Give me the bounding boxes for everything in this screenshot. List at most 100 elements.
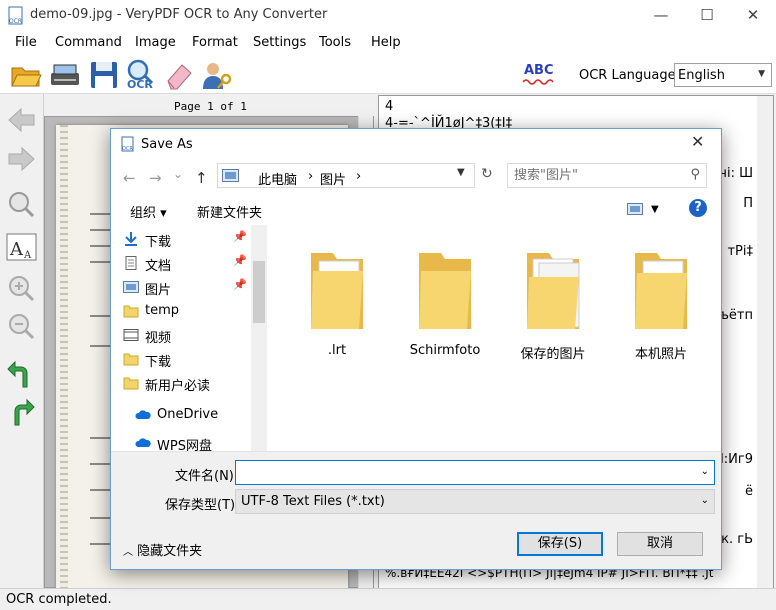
folder-item[interactable]: Schirmfoto: [399, 239, 491, 358]
address-segment-this-pc[interactable]: 此电脑: [258, 169, 297, 188]
minimize-button[interactable]: —: [638, 0, 684, 31]
menu-tools[interactable]: Tools: [319, 35, 351, 50]
nav-item-downloads[interactable]: 下载 📌: [125, 230, 247, 250]
nav-item-videos[interactable]: 视频: [123, 327, 172, 346]
ocr-button[interactable]: OCR: [123, 58, 159, 94]
address-bar[interactable]: 此电脑 › 图片 ›: [217, 163, 475, 188]
search-icon: ⚲: [690, 167, 700, 182]
nav-item-documents[interactable]: 文档 📌: [125, 254, 247, 274]
app-ocr-icon: OCR: [8, 6, 23, 25]
new-folder-button[interactable]: 新建文件夹: [197, 202, 262, 221]
nav-item-label: OneDrive: [157, 407, 219, 422]
nav-item-onedrive[interactable]: OneDrive: [135, 407, 219, 422]
chevron-down-icon[interactable]: ⌄: [701, 466, 709, 477]
address-separator[interactable]: ›: [356, 169, 361, 184]
eraser-icon[interactable]: [162, 59, 196, 91]
video-icon: [123, 329, 139, 341]
svg-text:OCR: OCR: [122, 146, 133, 152]
pictures-icon: [123, 281, 139, 293]
text-scrollbar[interactable]: [757, 96, 773, 588]
search-input[interactable]: [514, 168, 674, 183]
nav-item-downloads-folder[interactable]: 下载: [123, 351, 171, 370]
menu-settings[interactable]: Settings: [253, 35, 306, 50]
navigation-scroll-thumb[interactable]: [253, 261, 265, 323]
zoom-out-icon[interactable]: [5, 311, 38, 343]
filename-input[interactable]: [240, 464, 680, 479]
view-dropdown-icon[interactable]: ▼: [651, 204, 659, 215]
view-options-icon[interactable]: [627, 203, 643, 215]
dialog-app-icon: OCR: [121, 136, 134, 152]
refresh-icon[interactable]: ↻: [481, 166, 493, 182]
spell-check-button[interactable]: ABC: [522, 62, 556, 88]
menu-file[interactable]: File: [15, 35, 37, 50]
menu-image[interactable]: Image: [135, 35, 176, 50]
nav-item-new-user-guide[interactable]: 新用户必读: [123, 375, 210, 394]
zoom-in-icon[interactable]: [5, 273, 38, 305]
save-icon[interactable]: [87, 59, 121, 91]
filetype-select[interactable]: UTF-8 Text Files (*.txt) ⌄: [235, 489, 715, 514]
rotate-right-icon[interactable]: [5, 397, 38, 429]
open-folder-icon[interactable]: [9, 59, 43, 91]
text-line: ъётп: [719, 308, 753, 323]
cancel-button[interactable]: 取消: [617, 532, 703, 556]
navigation-scrollbar[interactable]: [251, 225, 267, 451]
help-button[interactable]: ?: [689, 199, 707, 217]
dialog-close-button[interactable]: ✕: [691, 132, 704, 151]
menu-format[interactable]: Format: [192, 35, 238, 50]
chevron-down-icon: ▼: [758, 69, 765, 79]
zoom-fit-icon[interactable]: [5, 189, 38, 221]
pin-icon: 📌: [233, 230, 247, 243]
arrow-left-icon[interactable]: [5, 104, 38, 136]
search-box[interactable]: ⚲: [507, 163, 707, 188]
svg-text:A: A: [9, 239, 24, 260]
address-separator[interactable]: ›: [308, 169, 313, 184]
nav-item-temp[interactable]: temp: [123, 303, 180, 318]
organize-button[interactable]: 组织 ▾: [130, 202, 167, 221]
save-as-dialog: OCR Save As ✕ ← → ⌄ ↑ 此电脑 › 图片 › ▼ ↻ ⚲ 组…: [110, 128, 722, 570]
menu-command[interactable]: Command: [55, 35, 122, 50]
scanner-icon[interactable]: [48, 59, 82, 91]
hide-folders-toggle[interactable]: ︿ 隐藏文件夹: [123, 540, 202, 559]
recent-locations-button[interactable]: ⌄: [173, 167, 183, 181]
user-key-icon[interactable]: [200, 59, 234, 91]
maximize-button[interactable]: ☐: [684, 0, 730, 31]
window-title: demo-09.jpg - VeryPDF OCR to Any Convert…: [30, 7, 328, 22]
text-size-icon[interactable]: A A: [5, 231, 38, 263]
pictures-folder-icon: [222, 169, 239, 182]
filename-field[interactable]: ⌄: [235, 460, 715, 485]
folder-item[interactable]: .lrt: [291, 239, 383, 358]
filetype-value: UTF-8 Text Files (*.txt): [241, 494, 385, 509]
document-icon: [125, 256, 137, 270]
nav-item-label: WPS网盘: [157, 439, 212, 451]
folder-icon: [635, 253, 687, 329]
up-button[interactable]: ↑: [195, 169, 208, 187]
folder-name: 本机照片: [634, 347, 687, 362]
close-button[interactable]: ✕: [730, 0, 776, 31]
status-bar: [0, 588, 776, 610]
save-button[interactable]: 保存(S): [517, 532, 603, 556]
address-segment-pictures[interactable]: 图片: [320, 169, 346, 188]
cloud-icon: [135, 438, 151, 447]
nav-item-pictures[interactable]: 图片 📌: [123, 278, 247, 298]
folder-item[interactable]: 本机照片: [615, 239, 707, 362]
address-dropdown-icon[interactable]: ▼: [457, 167, 465, 178]
filetype-label: 保存类型(T):: [165, 498, 240, 513]
nav-item-wps-cloud[interactable]: WPS网盘: [135, 435, 212, 451]
file-list: .lrt Schirmfoto 保存的图片 本机照片: [269, 225, 719, 451]
forward-button[interactable]: →: [149, 169, 162, 187]
nav-item-label: temp: [145, 303, 180, 318]
folder-icon: [311, 253, 363, 329]
svg-text:OCR: OCR: [9, 18, 22, 25]
chevron-down-icon: ⌄: [700, 495, 709, 506]
status-text: OCR completed.: [6, 592, 112, 607]
ocr-language-select[interactable]: English ▼: [674, 63, 772, 87]
back-button[interactable]: ←: [123, 169, 136, 187]
spell-wave-icon: [522, 79, 554, 85]
download-arrow-icon: [125, 232, 137, 246]
menu-help[interactable]: Help: [371, 35, 401, 50]
folder-icon: [419, 253, 471, 329]
arrow-right-icon[interactable]: [5, 143, 38, 175]
nav-item-label: 视频: [145, 331, 172, 346]
rotate-left-icon[interactable]: [5, 359, 38, 391]
folder-item[interactable]: 保存的图片: [507, 239, 599, 362]
